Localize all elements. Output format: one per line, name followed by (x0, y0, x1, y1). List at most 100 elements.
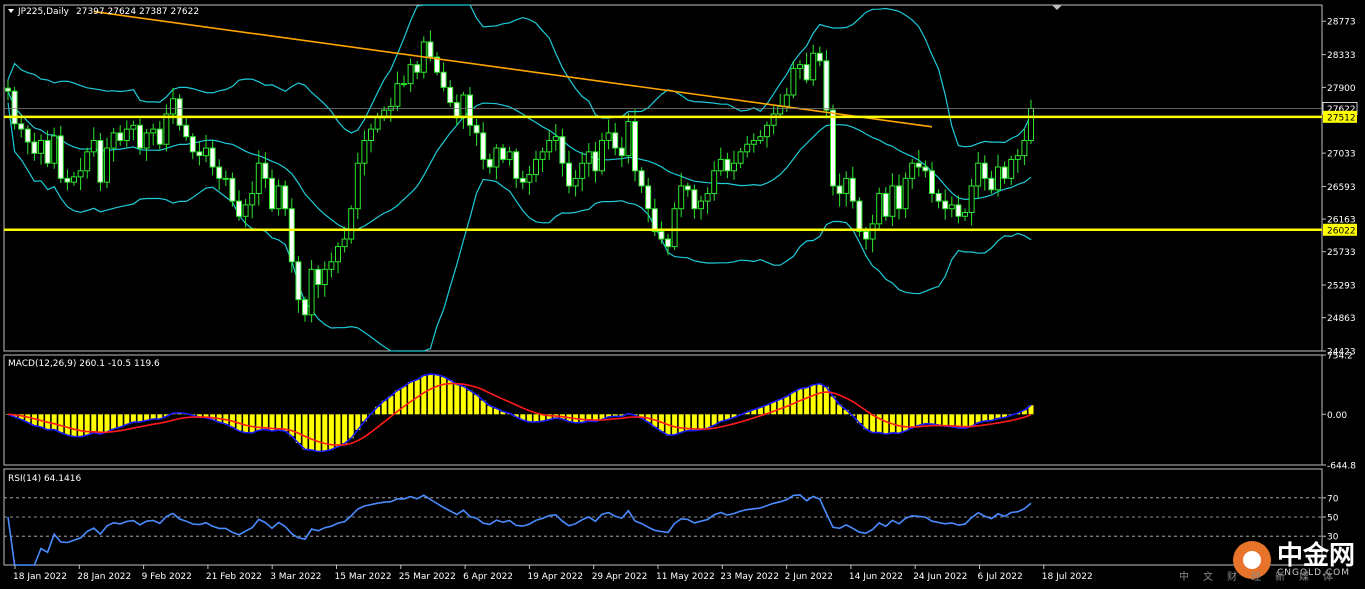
candle-bear (486, 158, 493, 168)
candle-bear (427, 41, 434, 58)
macd-histogram-bar (249, 414, 255, 433)
candle-bull (308, 268, 315, 316)
candle-bear (18, 123, 25, 130)
price-tick-label: 28773 (1327, 18, 1356, 28)
macd-histogram-bar (289, 414, 295, 437)
macd-histogram-bar (58, 414, 64, 433)
scroll-marker-icon[interactable] (1052, 5, 1062, 10)
candle-bull (401, 83, 407, 86)
candle-bull (777, 105, 784, 115)
macd-histogram-bar (870, 414, 876, 433)
candle-bear (665, 238, 671, 248)
macd-histogram-bar (454, 384, 460, 415)
macd-histogram-bar (91, 414, 97, 433)
macd-histogram-bar (441, 376, 447, 415)
candle-bear (295, 261, 302, 301)
candle-bear (724, 158, 731, 172)
candle-bull (368, 128, 374, 141)
candle-bull (1014, 155, 1021, 160)
candle-bear (288, 208, 295, 263)
price-series-layer (4, 4, 1322, 352)
candle-bull (335, 246, 341, 263)
candle-bull (203, 147, 209, 157)
candle-bear (282, 185, 289, 210)
candle-bull (790, 67, 797, 96)
candle-bear (618, 147, 625, 157)
candle-bull (222, 177, 229, 180)
candle-bull (170, 98, 176, 115)
candle-bull (130, 124, 137, 130)
macd-histogram-bar (111, 414, 117, 430)
candle-bear (513, 151, 520, 179)
macd-histogram-bar (348, 414, 354, 439)
macd-main-line (7, 373, 1032, 453)
macd-histogram-bar (97, 414, 103, 435)
candle-bear (638, 170, 645, 187)
candle-bull (539, 151, 546, 160)
candle-bull (889, 185, 896, 217)
price-tick-label: 27900 (1327, 84, 1356, 94)
date-tick-label: 6 Apr 2022 (463, 572, 513, 582)
price-tick-label: 24863 (1327, 314, 1356, 324)
candle-bear (473, 124, 480, 134)
symbol-menu-icon[interactable] (8, 9, 14, 13)
rsi-line (7, 494, 1032, 566)
macd-histogram-bar (124, 414, 130, 425)
macd-histogram-bar (51, 414, 57, 430)
candle-bear (922, 166, 929, 172)
candle-bear (315, 268, 322, 286)
candle-bull (90, 139, 97, 153)
macd-histogram-bar (130, 414, 136, 423)
macd-histogram-bar (678, 414, 684, 433)
candle-bear (803, 64, 810, 81)
candle-bear (863, 230, 869, 240)
candle-bull (671, 208, 678, 248)
candle-bear (849, 177, 856, 202)
candle-bull (757, 136, 764, 141)
candle-bull (711, 170, 718, 195)
candle-bear (935, 193, 942, 202)
price-level-tag-label: 26022 (1327, 226, 1356, 236)
price-level-tag-label: 27512 (1327, 113, 1356, 123)
macd-histogram-bar (295, 414, 301, 444)
chart-canvas[interactable]: 2877328333279002762227512270332659326163… (0, 0, 1365, 585)
date-tick-label: 15 Mar 2022 (335, 572, 392, 582)
macd-histogram-bar (342, 414, 348, 444)
rsi-tick-label: 70 (1327, 494, 1339, 504)
macd-histogram-bar (474, 394, 480, 415)
candle-bull (717, 158, 724, 172)
date-tick-label: 3 Mar 2022 (270, 572, 321, 582)
macd-histogram-bar (104, 414, 110, 433)
price-tick-label: 25733 (1327, 248, 1356, 258)
candle-bear (566, 162, 572, 187)
candle-bear (816, 52, 823, 62)
candle-bull (341, 238, 348, 248)
candle-bull (572, 177, 579, 187)
candle-bull (552, 136, 559, 141)
candle-bear (942, 200, 949, 210)
candle-bull (579, 162, 586, 179)
date-tick-label: 19 Apr 2022 (527, 572, 583, 582)
candle-bear (44, 139, 51, 164)
candle-bull (750, 139, 757, 145)
candle-bull (599, 139, 605, 172)
macd-histogram-bar (427, 374, 433, 415)
macd-histogram-bar (949, 414, 955, 427)
candle-bull (585, 151, 592, 164)
candle-bull (255, 162, 262, 195)
macd-histogram-bar (71, 414, 77, 437)
macd-histogram-bar (434, 374, 440, 415)
candle-bull (737, 151, 744, 164)
candle-bear (467, 94, 473, 126)
macd-histogram-bar (982, 414, 988, 422)
candle-bull (678, 185, 685, 210)
candle-bull (321, 268, 328, 286)
candle-bear (156, 128, 163, 145)
candle-bear (189, 136, 196, 153)
candle-bull (843, 177, 850, 195)
candle-bear (11, 90, 18, 125)
candle-bear (269, 177, 275, 210)
candle-bear (981, 162, 988, 179)
candle-bear (216, 166, 223, 179)
candle-bear (480, 132, 487, 160)
